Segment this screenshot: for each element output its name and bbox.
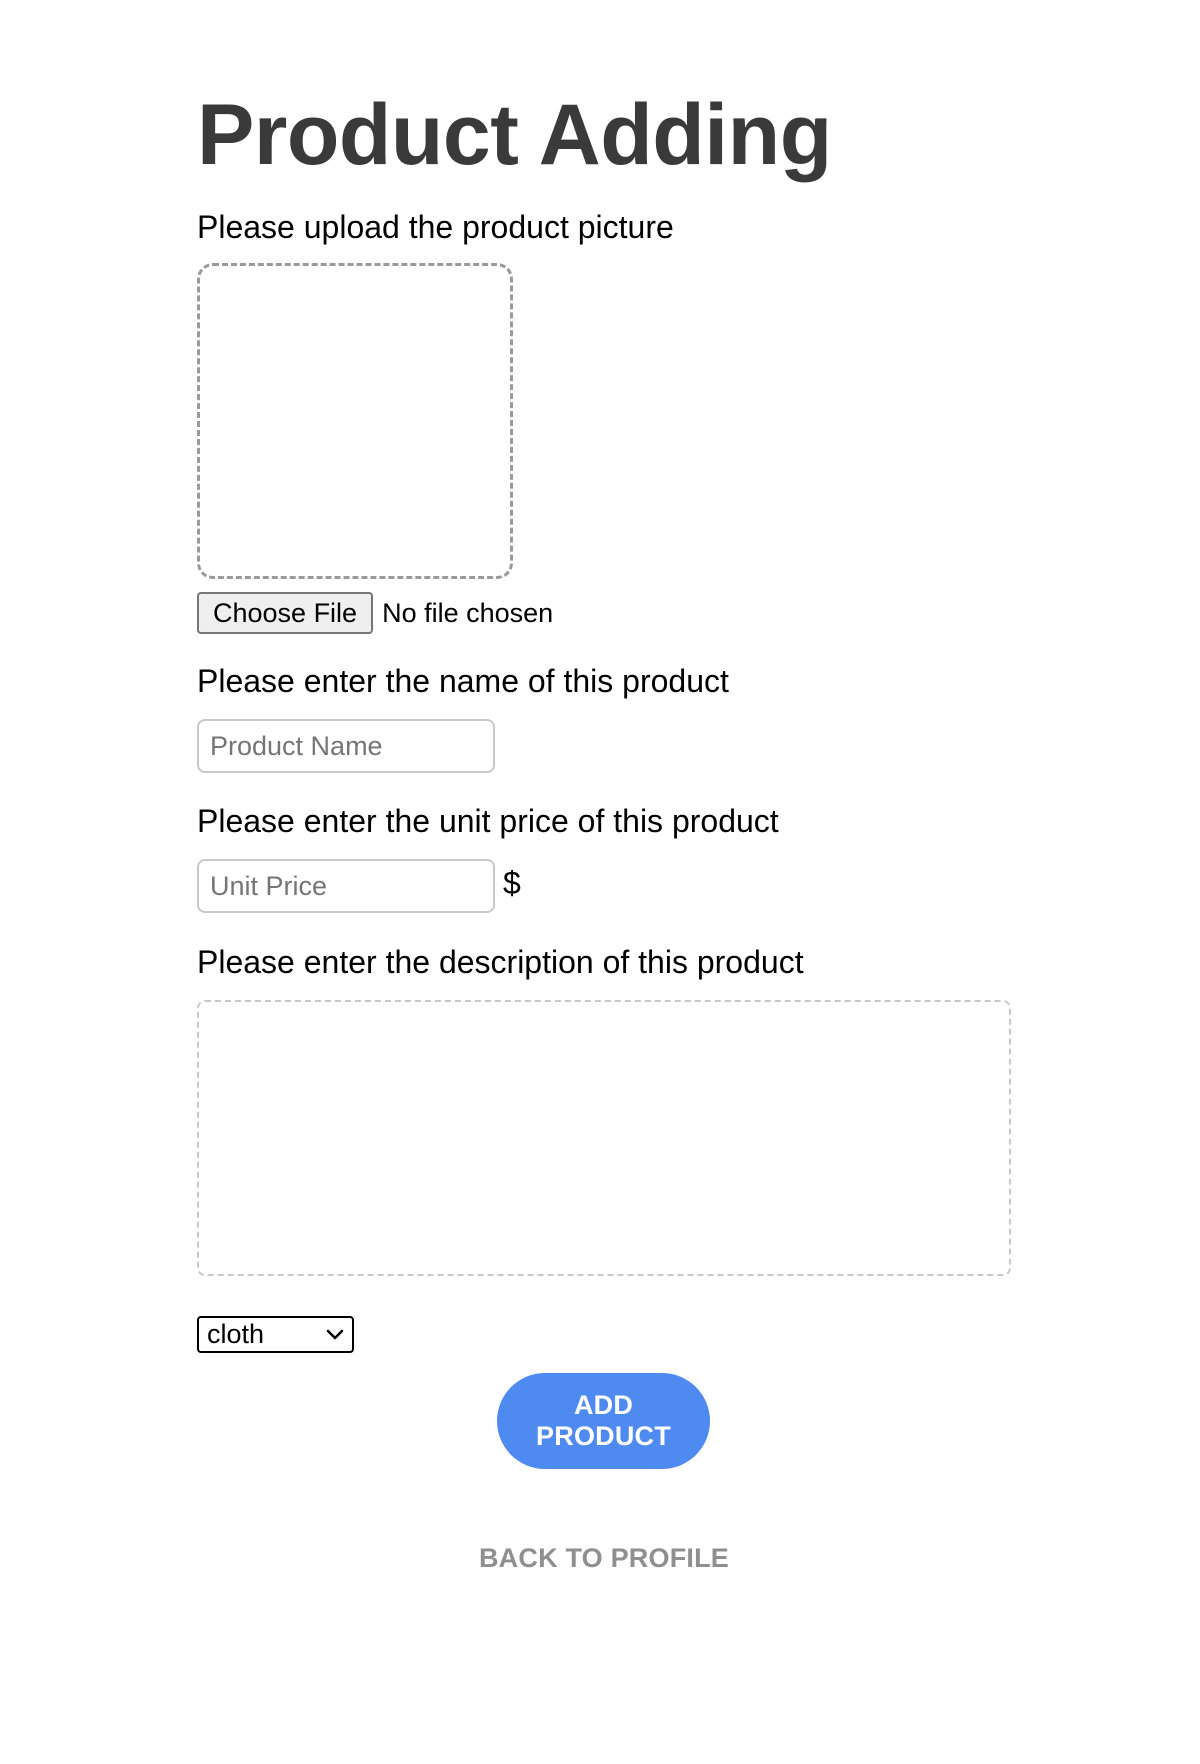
file-picker: Choose File No file chosen [197,592,553,634]
choose-file-button[interactable]: Choose File [197,592,374,634]
chevron-down-icon [326,1326,344,1344]
unit-price-label: Please enter the unit price of this prod… [197,803,779,839]
currency-symbol: $ [503,865,521,901]
product-name-label: Please enter the name of this product [197,663,729,699]
category-selected-value: cloth [207,1319,265,1349]
product-name-input[interactable] [197,719,495,773]
page-title: Product Adding [197,87,832,183]
category-select[interactable]: cloth [197,1316,354,1353]
picture-label: Please upload the product picture [197,209,674,245]
picture-preview-dropzone[interactable] [197,263,513,579]
add-product-button[interactable]: ADD PRODUCT [497,1373,710,1469]
back-to-profile-link[interactable]: BACK TO PROFILE [407,1543,801,1574]
file-status-text: No file chosen [382,597,554,628]
unit-price-input[interactable] [197,859,495,913]
description-textarea[interactable] [197,1000,1011,1276]
description-label: Please enter the description of this pro… [197,944,804,980]
